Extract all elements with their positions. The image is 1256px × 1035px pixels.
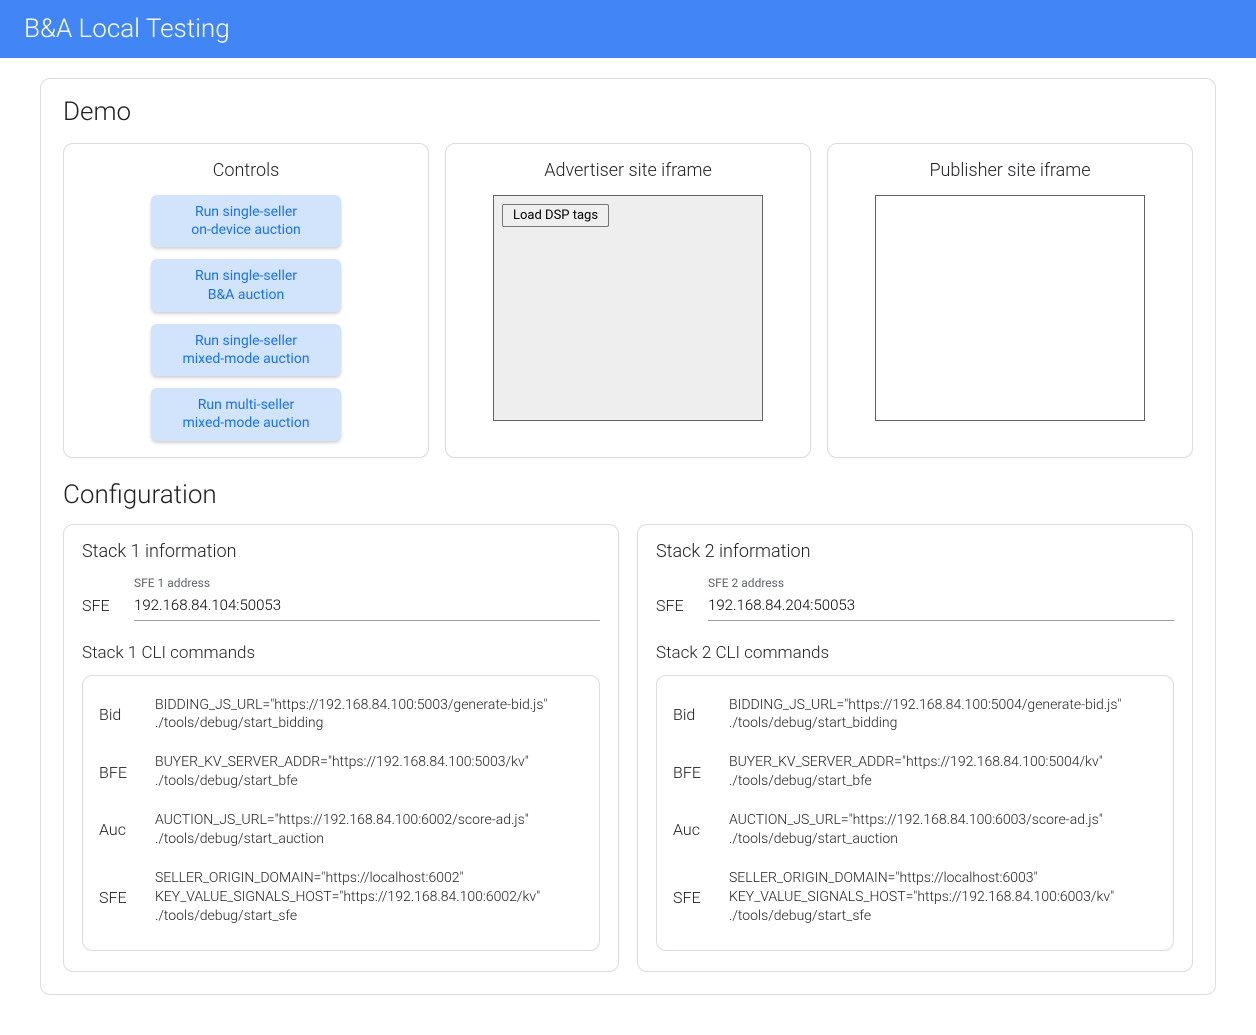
- stack-2-cli-panel: Bid BIDDING_JS_URL="https://192.168.84.1…: [656, 675, 1174, 951]
- run-single-seller-ba-button[interactable]: Run single-seller B&A auction: [151, 259, 341, 311]
- cli-value-bfe: BUYER_KV_SERVER_ADDR="https://192.168.84…: [155, 753, 529, 791]
- advertiser-iframe[interactable]: Load DSP tags: [493, 195, 763, 421]
- cli-key-bid: Bid: [99, 705, 135, 724]
- cli-value-sfe: SELLER_ORIGIN_DOMAIN="https://localhost:…: [729, 869, 1114, 926]
- advertiser-title: Advertiser site iframe: [462, 160, 794, 181]
- cli-key-sfe: SFE: [99, 888, 135, 907]
- stack-1-cli-title: Stack 1 CLI commands: [82, 643, 600, 663]
- stack-2-sfe-label: SFE: [656, 596, 686, 621]
- stack-2-cli-bid-row: Bid BIDDING_JS_URL="https://192.168.84.1…: [671, 686, 1159, 744]
- stack-2-panel: Stack 2 information SFE SFE 2 address St…: [637, 524, 1193, 972]
- stack-2-cli-auc-row: Auc AUCTION_JS_URL="https://192.168.84.1…: [671, 801, 1159, 859]
- controls-card: Controls Run single-seller on-device auc…: [63, 143, 429, 458]
- stack-1-panel: Stack 1 information SFE SFE 1 address St…: [63, 524, 619, 972]
- demo-row: Controls Run single-seller on-device auc…: [63, 143, 1193, 458]
- cli-value-bid: BIDDING_JS_URL="https://192.168.84.100:5…: [155, 696, 547, 734]
- stack-1-address-label: SFE 1 address: [134, 576, 600, 590]
- stack-2-title: Stack 2 information: [656, 541, 1174, 562]
- publisher-title: Publisher site iframe: [844, 160, 1176, 181]
- run-single-seller-mixed-button[interactable]: Run single-seller mixed-mode auction: [151, 324, 341, 376]
- stack-2-address-field: SFE 2 address: [708, 576, 1174, 621]
- cli-value-bfe: BUYER_KV_SERVER_ADDR="https://192.168.84…: [729, 753, 1103, 791]
- stack-2-cli-title: Stack 2 CLI commands: [656, 643, 1174, 663]
- cli-value-sfe: SELLER_ORIGIN_DOMAIN="https://localhost:…: [155, 869, 540, 926]
- stack-1-sfe-label: SFE: [82, 596, 112, 621]
- stack-2-address-input[interactable]: [708, 592, 1174, 621]
- stack-1-address-input[interactable]: [134, 592, 600, 621]
- controls-title: Controls: [80, 160, 412, 181]
- cli-value-bid: BIDDING_JS_URL="https://192.168.84.100:5…: [729, 696, 1121, 734]
- page-body: Demo Controls Run single-seller on-devic…: [0, 58, 1256, 1035]
- stack-2-address-label: SFE 2 address: [708, 576, 1174, 590]
- cli-value-auc: AUCTION_JS_URL="https://192.168.84.100:6…: [729, 811, 1103, 849]
- stack-2-sfe-row: SFE SFE 2 address: [656, 576, 1174, 621]
- app-header: B&A Local Testing: [0, 0, 1256, 58]
- controls-list: Run single-seller on-device auction Run …: [80, 195, 412, 441]
- app-title: B&A Local Testing: [24, 14, 230, 44]
- run-single-seller-on-device-button[interactable]: Run single-seller on-device auction: [151, 195, 341, 247]
- stack-1-title: Stack 1 information: [82, 541, 600, 562]
- stack-2-cli-sfe-row: SFE SELLER_ORIGIN_DOMAIN="https://localh…: [671, 859, 1159, 936]
- stack-1-cli-sfe-row: SFE SELLER_ORIGIN_DOMAIN="https://localh…: [97, 859, 585, 936]
- cli-key-auc: Auc: [99, 820, 135, 839]
- publisher-iframe[interactable]: [875, 195, 1145, 421]
- cli-key-sfe: SFE: [673, 888, 709, 907]
- stack-1-cli-panel: Bid BIDDING_JS_URL="https://192.168.84.1…: [82, 675, 600, 951]
- stack-1-cli-bid-row: Bid BIDDING_JS_URL="https://192.168.84.1…: [97, 686, 585, 744]
- cli-key-bid: Bid: [673, 705, 709, 724]
- stack-1-cli-bfe-row: BFE BUYER_KV_SERVER_ADDR="https://192.16…: [97, 743, 585, 801]
- cli-key-auc: Auc: [673, 820, 709, 839]
- stack-1-cli-auc-row: Auc AUCTION_JS_URL="https://192.168.84.1…: [97, 801, 585, 859]
- demo-title: Demo: [63, 97, 1193, 127]
- stack-1-address-field: SFE 1 address: [134, 576, 600, 621]
- advertiser-card: Advertiser site iframe Load DSP tags: [445, 143, 811, 458]
- publisher-card: Publisher site iframe: [827, 143, 1193, 458]
- cli-key-bfe: BFE: [673, 763, 709, 782]
- load-dsp-tags-button[interactable]: Load DSP tags: [502, 204, 609, 227]
- cli-value-auc: AUCTION_JS_URL="https://192.168.84.100:6…: [155, 811, 529, 849]
- run-multi-seller-mixed-button[interactable]: Run multi-seller mixed-mode auction: [151, 388, 341, 440]
- demo-panel: Demo Controls Run single-seller on-devic…: [40, 78, 1216, 995]
- stack-2-cli-bfe-row: BFE BUYER_KV_SERVER_ADDR="https://192.16…: [671, 743, 1159, 801]
- configuration-row: Stack 1 information SFE SFE 1 address St…: [63, 524, 1193, 972]
- cli-key-bfe: BFE: [99, 763, 135, 782]
- configuration-title: Configuration: [63, 480, 1193, 510]
- stack-1-sfe-row: SFE SFE 1 address: [82, 576, 600, 621]
